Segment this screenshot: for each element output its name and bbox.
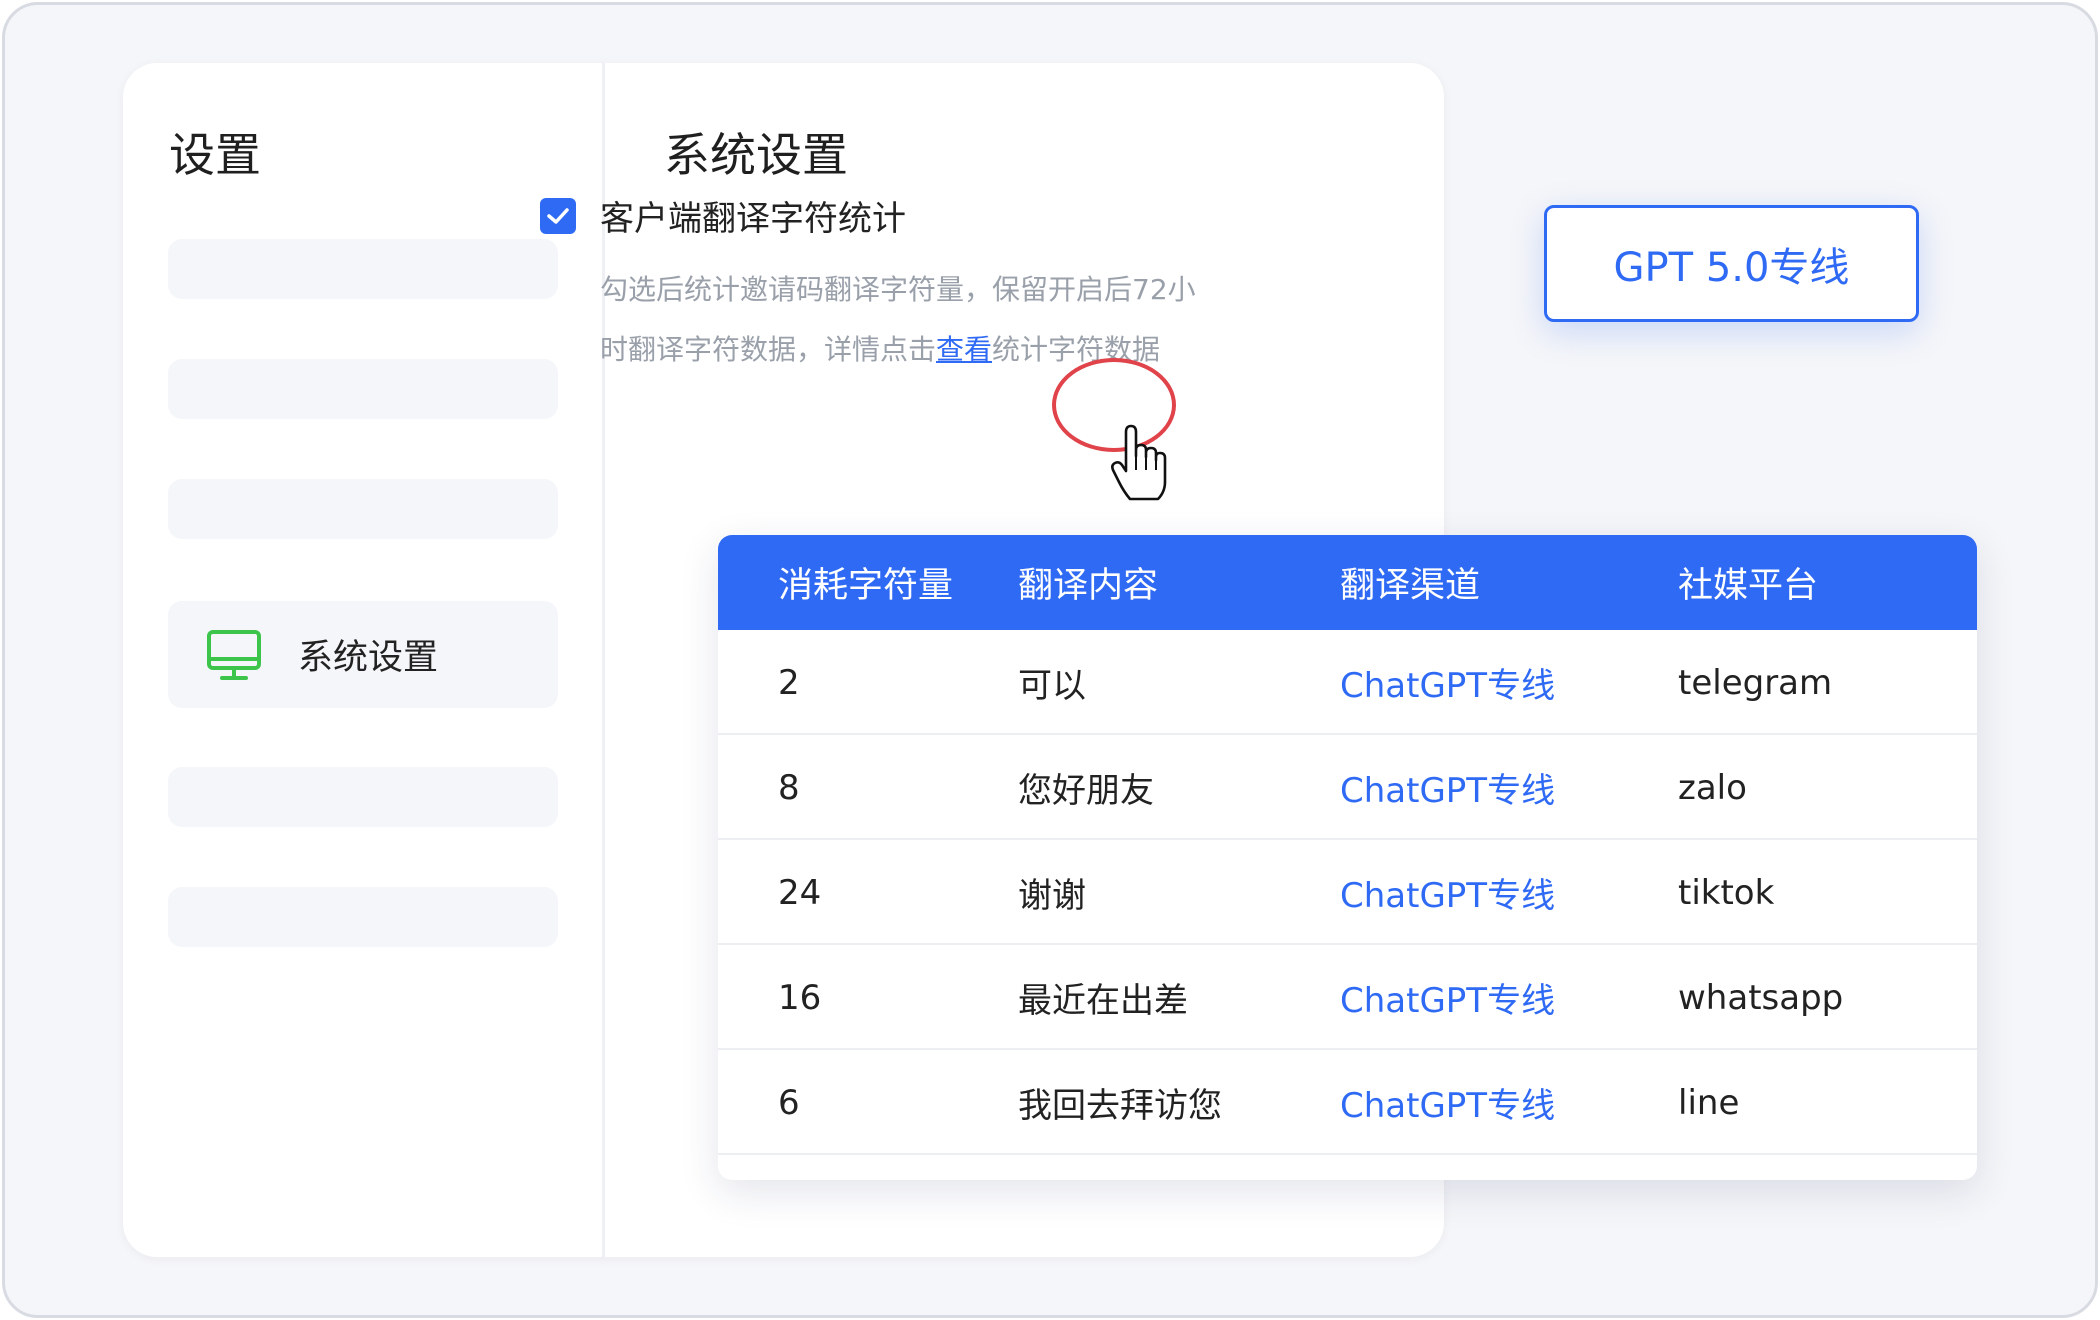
sidebar-item-placeholder-4[interactable] [168,767,558,827]
translation-stats-option[interactable]: 客户端翻译字符统计 [540,191,906,240]
cell-content: 最近在出差 [1018,981,1188,1021]
cell-char-count: 16 [778,977,822,1018]
cell-char-count: 6 [778,1082,800,1123]
cell-platform: telegram [1678,662,1833,703]
cell-platform: tiktok [1678,872,1775,913]
sidebar-item-placeholder-3[interactable] [168,479,558,539]
view-link[interactable]: 查看 [936,333,992,366]
page-title: 系统设置 [664,128,848,182]
option-description: 勾选后统计邀请码翻译字符量，保留开启后72小 时翻译字符数据，详情点击查看统计字… [600,260,1250,380]
sidebar-title: 设置 [169,128,261,182]
hand-cursor-icon [1111,424,1167,501]
cell-channel[interactable]: ChatGPT专线 [1340,735,1555,840]
cell-content: 可以 [1018,666,1086,706]
sidebar: 设置 系统设置 [123,63,605,1257]
cell-channel[interactable]: ChatGPT专线 [1340,630,1555,735]
table-row[interactable]: 24 谢谢 ChatGPT专线 tiktok [718,840,1977,945]
table-row[interactable]: 6 我回去拜访您 ChatGPT专线 line [718,1050,1977,1155]
cell-channel[interactable]: ChatGPT专线 [1340,1050,1555,1155]
column-header-platform[interactable]: 社媒平台 [1678,535,1818,630]
sidebar-item-placeholder-5[interactable] [168,887,558,947]
translation-stats-table: 消耗字符量 翻译内容 翻译渠道 社媒平台 2 可以 ChatGPT专线 tele… [718,535,1977,1180]
checkmark-icon [547,207,569,224]
table-row[interactable]: 2 可以 ChatGPT专线 telegram [718,630,1977,735]
sidebar-item-placeholder-2[interactable] [168,359,558,419]
gpt-5-line-button[interactable]: GPT 5.0专线 [1544,205,1919,322]
column-header-char-count[interactable]: 消耗字符量 [778,535,953,630]
column-header-channel[interactable]: 翻译渠道 [1340,535,1480,630]
table-row[interactable]: 8 您好朋友 ChatGPT专线 zalo [718,735,1977,840]
checkbox-label: 客户端翻译字符统计 [600,199,906,239]
cell-content: 我回去拜访您 [1018,1086,1222,1126]
sidebar-item-placeholder-1[interactable] [168,239,558,299]
cell-platform: zalo [1678,767,1747,808]
column-header-content[interactable]: 翻译内容 [1018,535,1158,630]
cell-char-count: 8 [778,767,800,808]
cell-content: 您好朋友 [1018,771,1154,811]
monitor-icon [207,629,261,680]
cell-platform: whatsapp [1678,977,1844,1018]
description-line-1: 勾选后统计邀请码翻译字符量，保留开启后72小 [600,273,1196,306]
cell-char-count: 24 [778,872,822,913]
table-row[interactable]: 16 最近在出差 ChatGPT专线 whatsapp [718,945,1977,1050]
translation-stats-checkbox[interactable] [540,197,576,234]
cell-char-count: 2 [778,662,800,703]
cell-content: 谢谢 [1018,876,1086,916]
cell-platform: line [1678,1082,1740,1123]
sidebar-item-system-settings[interactable]: 系统设置 [168,601,558,708]
sidebar-item-label: 系统设置 [298,638,439,678]
cell-channel[interactable]: ChatGPT专线 [1340,840,1555,945]
description-text: 时翻译字符数据，详情点击 [600,333,937,366]
cell-channel[interactable]: ChatGPT专线 [1340,945,1555,1050]
table-header: 消耗字符量 翻译内容 翻译渠道 社媒平台 [718,535,1977,630]
